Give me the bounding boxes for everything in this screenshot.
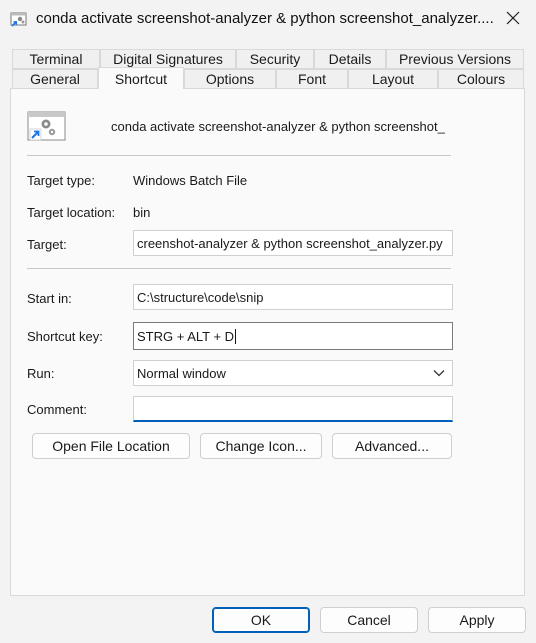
comment-input[interactable]: [133, 396, 453, 422]
tab-details[interactable]: Details: [314, 49, 386, 69]
tab-colours[interactable]: Colours: [438, 69, 524, 89]
advanced-button[interactable]: Advanced...: [332, 433, 452, 459]
title-bar[interactable]: conda activate screenshot-analyzer & pyt…: [0, 0, 536, 38]
open-file-location-button[interactable]: Open File Location: [32, 433, 190, 459]
tab-previous-versions[interactable]: Previous Versions: [386, 49, 524, 69]
divider-top: [27, 155, 451, 156]
start-in-label: Start in:: [27, 291, 72, 306]
tab-shortcut[interactable]: Shortcut: [98, 67, 184, 89]
shortcut-key-label: Shortcut key:: [27, 329, 103, 344]
close-icon: [506, 11, 520, 28]
tab-layout[interactable]: Layout: [348, 69, 438, 89]
change-icon-button[interactable]: Change Icon...: [200, 433, 322, 459]
tab-general[interactable]: General: [12, 69, 98, 89]
ok-button[interactable]: OK: [212, 607, 310, 633]
shortcut-key-value: STRG + ALT + D: [137, 328, 235, 344]
chevron-down-icon: [433, 369, 445, 377]
cancel-button[interactable]: Cancel: [320, 607, 418, 633]
shortcut-name: conda activate screenshot-analyzer & pyt…: [111, 119, 445, 134]
tab-terminal[interactable]: Terminal: [12, 49, 100, 69]
target-label: Target:: [27, 237, 67, 252]
divider-middle: [27, 268, 451, 269]
target-type-value: Windows Batch File: [133, 173, 248, 188]
close-button[interactable]: [490, 0, 536, 38]
apply-button[interactable]: Apply: [428, 607, 526, 633]
tab-options[interactable]: Options: [184, 69, 276, 89]
target-location-value: bin: [133, 205, 151, 220]
run-label: Run:: [27, 366, 55, 381]
tab-digital-signatures[interactable]: Digital Signatures: [100, 49, 236, 69]
tab-font[interactable]: Font: [276, 69, 348, 89]
target-input[interactable]: creenshot-analyzer & python screenshot_a…: [133, 230, 453, 256]
run-select[interactable]: Normal window: [133, 360, 453, 386]
tab-security[interactable]: Security: [236, 49, 314, 69]
gear-window-shortcut-icon: [27, 111, 67, 143]
target-location-label: Target location:: [27, 205, 116, 220]
shortcut-panel: conda activate screenshot-analyzer & pyt…: [10, 88, 525, 596]
target-type-label: Target type:: [27, 173, 95, 188]
batch-file-shortcut-icon: [10, 10, 28, 28]
window-title: conda activate screenshot-analyzer & pyt…: [36, 10, 494, 27]
comment-label: Comment:: [27, 402, 87, 417]
run-selected-value: Normal window: [137, 365, 226, 381]
start-in-input[interactable]: C:\structure\code\snip: [133, 284, 453, 310]
text-caret: [235, 328, 237, 344]
shortcut-key-input[interactable]: STRG + ALT + D: [133, 322, 453, 350]
